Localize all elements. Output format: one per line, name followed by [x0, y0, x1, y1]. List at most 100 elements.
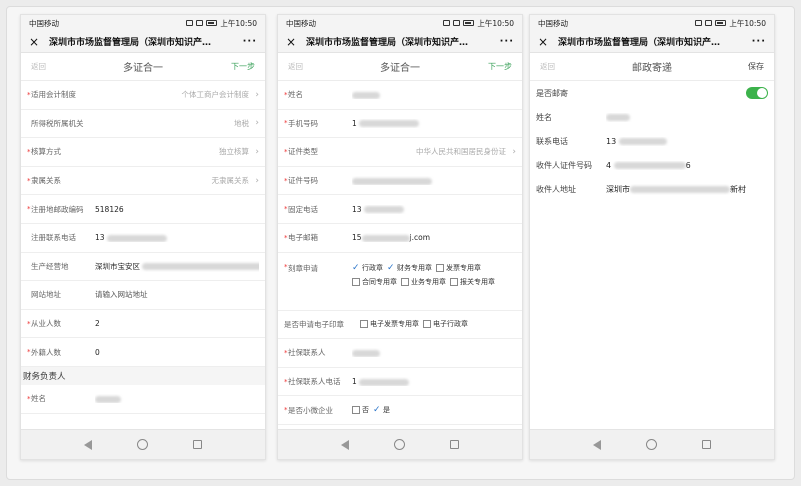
recent-apps-icon[interactable]: [450, 440, 460, 449]
carrier-label: 中国移动: [29, 18, 59, 28]
form-row-recipient-name[interactable]: 姓名: [530, 105, 774, 129]
back-nav-icon[interactable]: [83, 439, 92, 450]
form-row-tax-authority[interactable]: 所得税所属机关 地税 ›: [21, 110, 265, 139]
form-row-landline[interactable]: * 固定电话 13: [278, 195, 522, 224]
value-text: 15: [352, 233, 362, 243]
system-nav-bar: [278, 429, 522, 459]
more-icon[interactable]: ···: [241, 36, 257, 47]
next-step-button[interactable]: 下一步: [215, 61, 255, 72]
form-row-recipient-phone[interactable]: 联系电话 13: [530, 129, 774, 153]
checkbox-label: 业务专用章: [411, 277, 446, 286]
option-no[interactable]: 否: [352, 405, 369, 415]
option-yes[interactable]: ✓ 是: [373, 405, 390, 415]
checkbox-e-invoice-seal[interactable]: 电子发票专用章: [360, 319, 419, 329]
close-icon[interactable]: ×: [286, 35, 302, 49]
redacted-text: [359, 378, 410, 386]
field-label: 证件号码: [288, 176, 318, 186]
field-label: 网站地址: [31, 290, 61, 300]
back-button[interactable]: 返回: [288, 61, 328, 72]
redacted-text: [352, 349, 380, 357]
carrier-label: 中国移动: [286, 18, 316, 28]
form-row-foreign-employees[interactable]: * 外籍人数 0: [21, 338, 265, 367]
form-row-finance-name[interactable]: * 姓名: [21, 385, 265, 414]
back-nav-icon[interactable]: [592, 439, 601, 450]
field-value: 地税: [234, 118, 249, 128]
checkbox-business-seal[interactable]: 业务专用章: [401, 277, 446, 287]
field-label: 是否邮寄: [536, 88, 568, 98]
check-icon: ✓: [373, 405, 381, 416]
field-label: 从业人数: [31, 319, 61, 329]
unchecked-box-icon: [436, 263, 444, 272]
home-nav-icon[interactable]: [645, 439, 657, 450]
form-row-name[interactable]: * 姓名: [278, 81, 522, 110]
status-bar: 中国移动 上午10:50: [278, 15, 522, 31]
checkbox-finance-seal[interactable]: ✓ 财务专用章: [387, 263, 432, 273]
field-label: 注册地邮政编码: [31, 204, 84, 214]
checkbox-admin-seal[interactable]: ✓ 行政章: [352, 263, 383, 273]
checkbox-customs-seal[interactable]: 报关专用章: [450, 277, 495, 287]
form-row-accounting-system[interactable]: * 适用会计制度 个体工商户会计制度 ›: [21, 81, 265, 110]
form-row-accounting-method[interactable]: * 核算方式 独立核算 ›: [21, 138, 265, 167]
back-button[interactable]: 返回: [540, 61, 580, 72]
field-label: 核算方式: [31, 147, 61, 157]
form-row-recipient-address[interactable]: 收件人地址 深圳市 新村: [530, 177, 774, 201]
nfc-icon: [186, 20, 194, 26]
field-value: 13: [352, 205, 516, 214]
field-value: 中华人民共和国居民身份证: [416, 147, 506, 157]
next-step-button[interactable]: 下一步: [472, 61, 512, 72]
field-label: 社保联系人: [288, 348, 326, 358]
form-row-social-contact[interactable]: * 社保联系人: [278, 339, 522, 368]
page-title: 多证合一: [380, 63, 420, 74]
form-row-business-address[interactable]: 生产经营地 深圳市宝安区: [21, 253, 265, 282]
checkbox-e-admin-seal[interactable]: 电子行政章: [423, 319, 468, 329]
website-input[interactable]: 请输入网站地址: [95, 289, 259, 300]
field-value: 13: [95, 233, 259, 242]
page-navbar: 返回 多证合一 下一步: [21, 53, 265, 81]
back-nav-icon[interactable]: [340, 439, 349, 450]
page-navbar: 返回 多证合一 下一步: [278, 53, 522, 81]
unchecked-box-icon: [423, 320, 431, 329]
redacted-text: [142, 263, 259, 271]
close-icon[interactable]: ×: [538, 35, 554, 49]
checkbox-invoice-seal[interactable]: 发票专用章: [436, 263, 481, 273]
more-icon[interactable]: ···: [498, 36, 514, 47]
form-row-affiliation[interactable]: * 隶属关系 无隶属关系 ›: [21, 167, 265, 196]
alarm-icon: [196, 20, 204, 26]
recent-apps-icon[interactable]: [193, 440, 203, 449]
field-label: 适用会计制度: [31, 90, 76, 100]
form-row-employees[interactable]: * 从业人数 2: [21, 310, 265, 339]
form-row-mobile[interactable]: * 手机号码 1: [278, 110, 522, 139]
field-value: 13: [606, 137, 768, 146]
form-row-recipient-id[interactable]: 收件人证件号码 4 6: [530, 153, 774, 177]
redacted-text: [352, 177, 432, 185]
recent-apps-icon[interactable]: [702, 440, 712, 449]
form-row-postcode[interactable]: * 注册地邮政编码 518126: [21, 195, 265, 224]
form-row-website[interactable]: 网站地址 请输入网站地址: [21, 281, 265, 310]
form-row-social-contact-phone[interactable]: * 社保联系人电话 1: [278, 368, 522, 397]
more-icon[interactable]: ···: [750, 36, 766, 47]
checkbox-contract-seal[interactable]: 合同专用章: [352, 277, 397, 287]
chevron-right-icon: ›: [255, 118, 259, 129]
phone-screen-1: 中国移动 上午10:50 × 深圳市市场监督管理局（深圳市知识产… ··· 返回…: [20, 14, 266, 460]
field-value: 深圳市 新村: [606, 184, 768, 195]
checkbox-label: 行政章: [362, 263, 383, 272]
value-text: 13: [95, 233, 105, 243]
back-button[interactable]: 返回: [31, 61, 71, 72]
form-row-email[interactable]: * 电子邮箱 15 j.com: [278, 224, 522, 253]
field-value: 15 j.com: [352, 233, 516, 242]
page-navbar: 返回 邮政寄递 保存: [530, 53, 774, 81]
field-label: 收件人地址: [536, 184, 576, 194]
system-nav-bar: [530, 429, 774, 459]
home-nav-icon[interactable]: [136, 439, 148, 450]
close-icon[interactable]: ×: [29, 35, 45, 49]
form-row-id-type[interactable]: * 证件类型 中华人民共和国居民身份证 ›: [278, 138, 522, 167]
mail-toggle-switch[interactable]: [746, 87, 768, 99]
save-button[interactable]: 保存: [724, 61, 764, 72]
form-row-contact-phone[interactable]: 注册联系电话 13: [21, 224, 265, 253]
page-title: 邮政寄递: [632, 63, 672, 74]
clock-label: 上午10:50: [220, 18, 257, 28]
redacted-text: [606, 113, 630, 121]
form-row-id-number[interactable]: * 证件号码: [278, 167, 522, 196]
window-titlebar: × 深圳市市场监督管理局（深圳市知识产… ···: [278, 31, 522, 53]
home-nav-icon[interactable]: [393, 439, 405, 450]
